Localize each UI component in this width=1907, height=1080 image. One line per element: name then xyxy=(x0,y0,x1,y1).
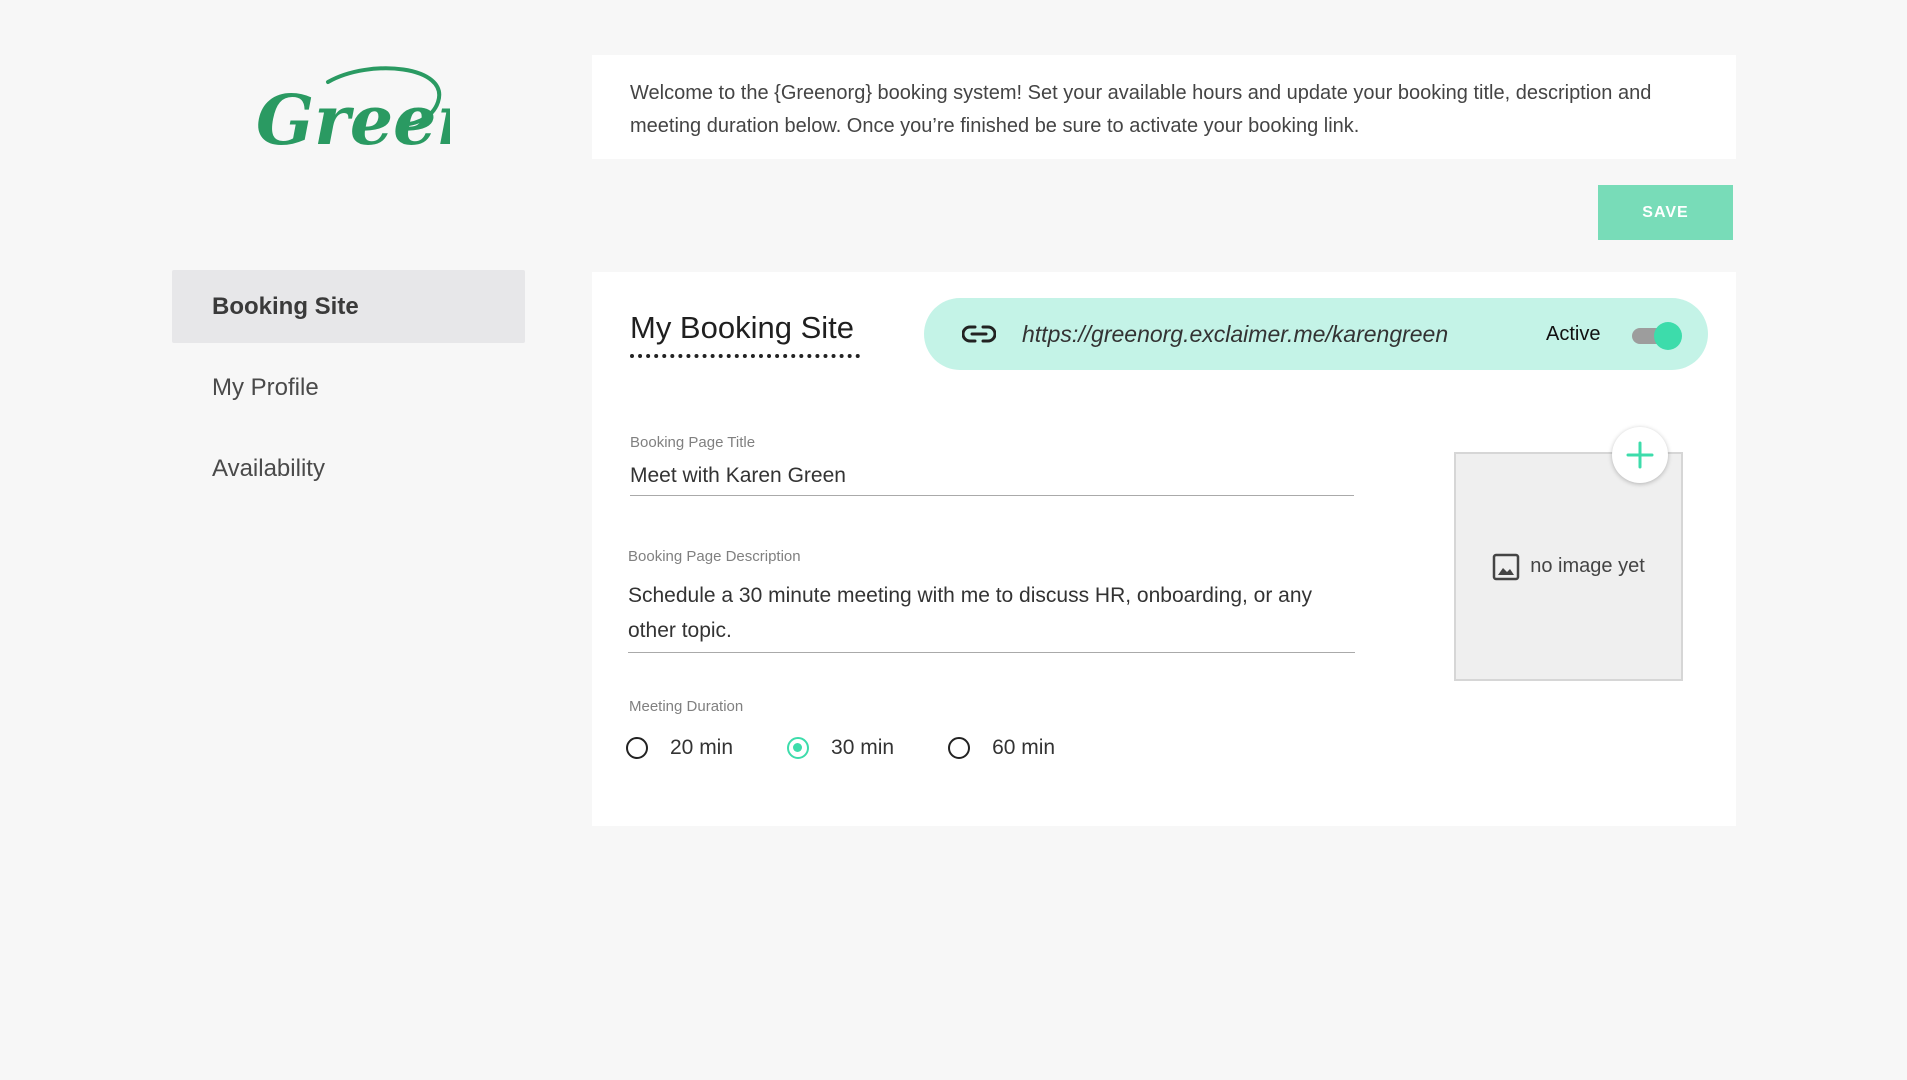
duration-radio-group: 20 min 30 min 60 min xyxy=(626,736,1109,760)
sidebar-nav: Booking Site My Profile Availability xyxy=(172,270,525,513)
description-field-label: Booking Page Description xyxy=(628,548,801,565)
active-toggle[interactable] xyxy=(1632,322,1682,350)
duration-label: 20 min xyxy=(670,736,734,759)
title-input[interactable]: Meet with Karen Green xyxy=(630,462,1354,496)
image-upload-area[interactable]: no image yet xyxy=(1454,452,1683,681)
radio-button-checked[interactable] xyxy=(787,737,810,759)
logo-text: Green xyxy=(256,81,450,161)
green-logo: Green xyxy=(250,62,450,172)
duration-field-label: Meeting Duration xyxy=(629,698,744,715)
no-image-text: no image yet xyxy=(1530,555,1645,577)
sidebar-item-my-profile[interactable]: My Profile xyxy=(172,351,525,424)
image-placeholder: no image yet xyxy=(1492,553,1645,581)
toggle-knob xyxy=(1654,322,1682,350)
title-field-label: Booking Page Title xyxy=(630,434,756,451)
booking-link-url[interactable]: https://greenorg.exclaimer.me/karengreen xyxy=(1022,321,1448,348)
save-button[interactable]: SAVE xyxy=(1598,185,1733,240)
duration-option-30[interactable]: 30 min xyxy=(787,736,894,760)
welcome-banner: Welcome to the {Greenorg} booking system… xyxy=(592,55,1736,159)
page-title: My Booking Site xyxy=(630,310,860,358)
sidebar-item-booking-site[interactable]: Booking Site xyxy=(172,270,525,343)
sidebar-item-availability[interactable]: Availability xyxy=(172,432,525,505)
description-input[interactable]: Schedule a 30 minute meeting with me to … xyxy=(628,578,1355,653)
booking-link-bar: https://greenorg.exclaimer.me/karengreen… xyxy=(924,298,1708,370)
duration-label: 30 min xyxy=(831,736,895,759)
radio-button[interactable] xyxy=(626,737,648,759)
image-icon xyxy=(1492,553,1520,580)
duration-option-60[interactable]: 60 min xyxy=(948,736,1055,760)
duration-option-20[interactable]: 20 min xyxy=(626,736,733,760)
booking-site-card: My Booking Site https://greenorg.exclaim… xyxy=(592,272,1736,826)
status-label: Active xyxy=(1546,322,1601,345)
link-icon[interactable] xyxy=(962,323,996,345)
welcome-text: Welcome to the {Greenorg} booking system… xyxy=(630,82,1652,137)
plus-icon xyxy=(1626,441,1654,469)
add-image-button[interactable] xyxy=(1612,427,1668,483)
radio-button[interactable] xyxy=(948,737,971,759)
duration-label: 60 min xyxy=(992,736,1056,759)
